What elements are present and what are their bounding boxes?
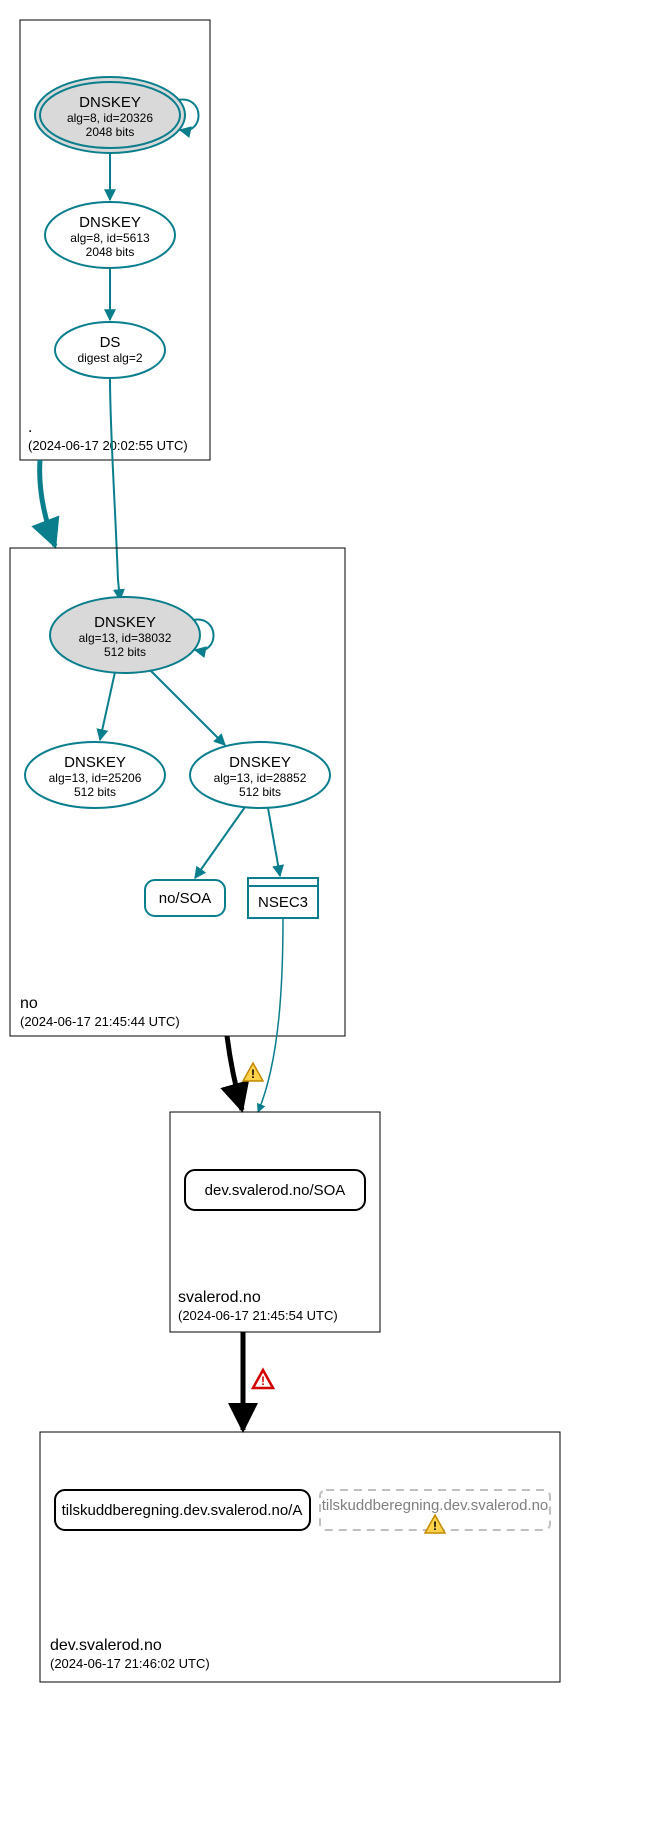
edge-no-ksk-zsk1 xyxy=(100,672,115,740)
svg-text:DS: DS xyxy=(100,334,121,351)
svg-text:alg=13, id=25206: alg=13, id=25206 xyxy=(49,771,142,785)
zone-root-time: (2024-06-17 20:02:55 UTC) xyxy=(28,438,188,453)
svg-text:512 bits: 512 bits xyxy=(239,785,281,799)
root-zsk: DNSKEY alg=8, id=5613 2048 bits xyxy=(45,202,175,268)
zone-dev-time: (2024-06-17 21:46:02 UTC) xyxy=(50,1656,210,1671)
zone-dev-name: dev.svalerod.no xyxy=(50,1637,162,1654)
edge-nsec-sv xyxy=(258,918,283,1112)
svg-text:!: ! xyxy=(261,1374,265,1388)
dev-ghost-record: tilskuddberegning.dev.svalerod.no ! xyxy=(320,1490,550,1533)
edge-ds-to-no-ksk-a xyxy=(110,378,118,580)
zone-sv-name: svalerod.no xyxy=(178,1289,261,1306)
svg-text:alg=13, id=38032: alg=13, id=38032 xyxy=(79,631,172,645)
svg-text:alg=8, id=20326: alg=8, id=20326 xyxy=(67,111,153,125)
svg-text:DNSKEY: DNSKEY xyxy=(229,754,291,771)
svg-text:digest alg=2: digest alg=2 xyxy=(77,351,142,365)
svg-text:512 bits: 512 bits xyxy=(104,645,146,659)
edge-no-zsk2-nsec xyxy=(268,808,280,876)
no-nsec3: NSEC3 xyxy=(248,878,318,918)
dev-a-record: tilskuddberegning.dev.svalerod.no/A xyxy=(55,1490,310,1530)
zone-sv-time: (2024-06-17 21:45:54 UTC) xyxy=(178,1308,338,1323)
svg-text:DNSKEY: DNSKEY xyxy=(64,754,126,771)
svg-text:2048 bits: 2048 bits xyxy=(86,125,135,139)
svg-text:DNSKEY: DNSKEY xyxy=(79,94,141,111)
svg-text:DNSKEY: DNSKEY xyxy=(94,614,156,631)
svg-text:no/SOA: no/SOA xyxy=(159,890,212,907)
no-zsk2: DNSKEY alg=13, id=28852 512 bits xyxy=(190,742,330,808)
svg-text:alg=8, id=5613: alg=8, id=5613 xyxy=(70,231,150,245)
svg-text:2048 bits: 2048 bits xyxy=(86,245,135,259)
zone-no-time: (2024-06-17 21:45:44 UTC) xyxy=(20,1014,180,1029)
edge-no-ksk-zsk2 xyxy=(150,670,225,745)
svg-text:alg=13, id=28852: alg=13, id=28852 xyxy=(214,771,307,785)
zone-svalerod: svalerod.no (2024-06-17 21:45:54 UTC) xyxy=(170,1112,380,1332)
edge-root-to-no-deleg xyxy=(40,460,55,546)
dnssec-graph: . (2024-06-17 20:02:55 UTC) DNSKEY alg=8… xyxy=(0,0,669,1833)
no-ksk: DNSKEY alg=13, id=38032 512 bits xyxy=(50,597,200,673)
svg-text:tilskuddberegning.dev.svalerod: tilskuddberegning.dev.svalerod.no/A xyxy=(62,1502,303,1519)
zone-no-name: no xyxy=(20,995,38,1012)
zone-dev: dev.svalerod.no (2024-06-17 21:46:02 UTC… xyxy=(40,1432,560,1682)
root-ds: DS digest alg=2 xyxy=(55,322,165,378)
svg-text:DNSKEY: DNSKEY xyxy=(79,214,141,231)
root-ksk: DNSKEY alg=8, id=20326 2048 bits xyxy=(35,77,185,153)
edge-no-zsk2-soa xyxy=(195,807,245,878)
svg-text:!: ! xyxy=(251,1067,255,1081)
sv-soa: dev.svalerod.no/SOA xyxy=(185,1170,365,1210)
zone-root-name: . xyxy=(28,419,32,436)
svg-text:dev.svalerod.no/SOA: dev.svalerod.no/SOA xyxy=(205,1182,346,1199)
edge-no-sv-insecure xyxy=(227,1036,242,1110)
warning-icon: ! xyxy=(243,1063,263,1081)
no-soa: no/SOA xyxy=(145,880,225,916)
svg-text:NSEC3: NSEC3 xyxy=(258,894,308,911)
error-icon: ! xyxy=(253,1370,273,1388)
svg-text:tilskuddberegning.dev.svalerod: tilskuddberegning.dev.svalerod.no xyxy=(322,1497,549,1514)
svg-text:512 bits: 512 bits xyxy=(74,785,116,799)
svg-text:!: ! xyxy=(433,1519,437,1533)
no-zsk1: DNSKEY alg=13, id=25206 512 bits xyxy=(25,742,165,808)
